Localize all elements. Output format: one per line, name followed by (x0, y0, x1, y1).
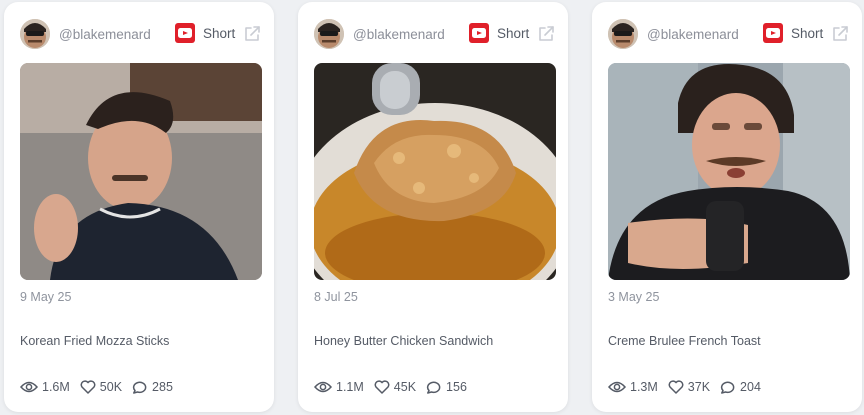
post-date: 9 May 25 (20, 290, 72, 304)
comments-count: 204 (740, 380, 761, 394)
comments-count: 285 (152, 380, 173, 394)
views-count: 1.6M (42, 380, 70, 394)
eye-icon (20, 381, 38, 393)
card-header: @blakemenard Short (298, 17, 568, 51)
youtube-icon (175, 23, 195, 43)
channel-handle[interactable]: @blakemenard (59, 27, 151, 42)
likes-count: 50K (99, 380, 123, 394)
heart-icon (80, 380, 96, 394)
avatar[interactable] (608, 19, 638, 49)
comment-icon (132, 381, 147, 394)
engagement-stats: 1.1M 45K 156 (314, 378, 477, 396)
platform-label: Short (203, 26, 236, 41)
comments-stat: 156 (426, 380, 467, 394)
heart-icon (374, 380, 390, 394)
comments-stat: 204 (720, 380, 761, 394)
platform-label: Short (791, 26, 824, 41)
engagement-stats: 1.6M 50K 285 (20, 378, 183, 396)
platform-label: Short (497, 26, 530, 41)
video-thumbnail[interactable] (608, 63, 850, 280)
external-link-icon[interactable] (243, 25, 261, 43)
comments-count: 156 (446, 380, 467, 394)
comment-icon (426, 381, 441, 394)
external-link-icon[interactable] (537, 25, 555, 43)
likes-count: 37K (687, 380, 711, 394)
views-count: 1.3M (630, 380, 658, 394)
post-date: 8 Jul 25 (314, 290, 358, 304)
youtube-icon (469, 23, 489, 43)
eye-icon (314, 381, 332, 393)
views-stat: 1.3M (608, 380, 658, 394)
video-thumbnail[interactable] (20, 63, 262, 280)
video-title[interactable]: Creme Brulee French Toast (608, 334, 761, 348)
external-link-icon[interactable] (831, 25, 849, 43)
eye-icon (608, 381, 626, 393)
comments-stat: 285 (132, 380, 173, 394)
views-stat: 1.6M (20, 380, 70, 394)
avatar[interactable] (314, 19, 344, 49)
likes-stat: 50K (80, 380, 122, 394)
views-count: 1.1M (336, 380, 364, 394)
video-title[interactable]: Honey Butter Chicken Sandwich (314, 334, 493, 348)
post-date: 3 May 25 (608, 290, 660, 304)
likes-count: 45K (393, 380, 417, 394)
video-title[interactable]: Korean Fried Mozza Sticks (20, 334, 169, 348)
video-thumbnail[interactable] (314, 63, 556, 280)
card-header: @blakemenard Short (592, 17, 862, 51)
engagement-stats: 1.3M 37K 204 (608, 378, 771, 396)
avatar[interactable] (20, 19, 50, 49)
video-card[interactable]: @blakemenard Short (298, 2, 568, 412)
video-card[interactable]: @blakemenard Short (592, 2, 862, 412)
views-stat: 1.1M (314, 380, 364, 394)
card-header: @blakemenard Short (4, 17, 274, 51)
channel-handle[interactable]: @blakemenard (647, 27, 739, 42)
video-card[interactable]: @blakemenard Short (4, 2, 274, 412)
heart-icon (668, 380, 684, 394)
likes-stat: 37K (668, 380, 710, 394)
likes-stat: 45K (374, 380, 416, 394)
comment-icon (720, 381, 735, 394)
youtube-icon (763, 23, 783, 43)
channel-handle[interactable]: @blakemenard (353, 27, 445, 42)
